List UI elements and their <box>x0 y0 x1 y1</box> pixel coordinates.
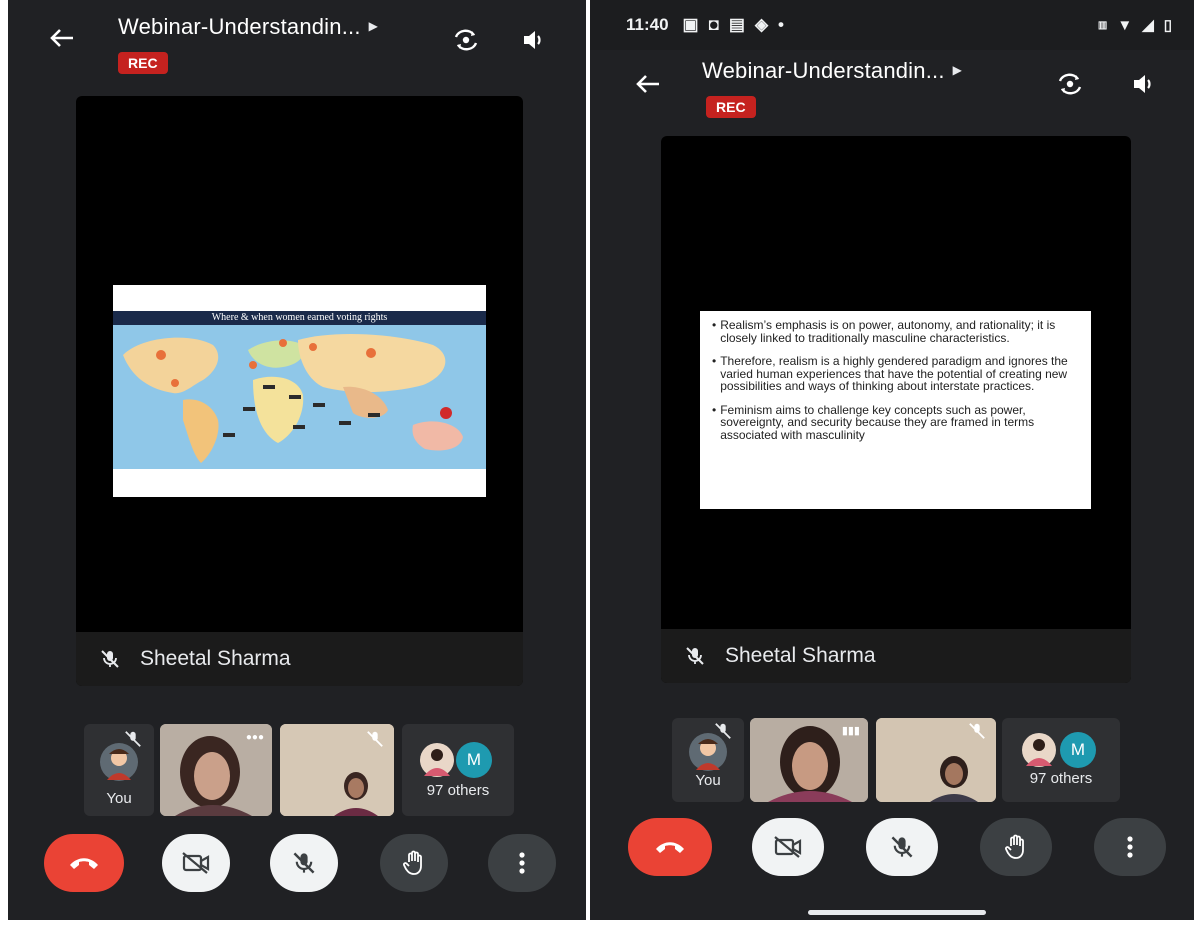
mic-off-icon <box>293 852 315 874</box>
dot-icon: • <box>778 15 784 34</box>
camera-off-icon <box>774 836 802 858</box>
meeting-title: Webinar-Understandin... <box>702 58 945 83</box>
participant-tile-you[interactable]: You <box>672 718 744 802</box>
mic-off-icon <box>686 647 704 665</box>
speaker-name: Sheetal Sharma <box>140 647 291 670</box>
participant-video-2[interactable] <box>280 724 394 816</box>
speaker-name-bar: Sheetal Sharma <box>661 629 1131 683</box>
back-arrow-icon <box>50 29 73 47</box>
back-button[interactable] <box>628 64 668 104</box>
world-map-graphic <box>123 333 463 463</box>
switch-camera-button[interactable] <box>448 22 484 58</box>
meeting-title-button[interactable]: Webinar-Understandin... ▶ <box>118 14 378 40</box>
image-icon: ▣ <box>682 15 699 34</box>
app-icon: ◈ <box>754 15 769 34</box>
slide-title: Where & when women earned voting rights <box>113 311 486 325</box>
main-speaker-tile[interactable]: • Realism’s emphasis is on power, autonom… <box>661 136 1131 683</box>
left-phone-screen: Webinar-Understandin... ▶ REC Where & whe… <box>8 0 586 920</box>
switch-camera-icon <box>1058 73 1082 95</box>
camera-icon: ◘ <box>708 15 719 34</box>
home-indicator[interactable] <box>808 910 986 915</box>
status-bar: 11:40 ▣ ◘ ▤ ◈ • ▥ ▼ ◢ ▯ <box>590 0 1194 50</box>
signal-icon: ◢ <box>1142 17 1154 34</box>
meeting-header: Webinar-Understandin... ▶ REC <box>702 58 962 118</box>
news-icon: ▤ <box>728 15 745 34</box>
avatar <box>100 743 138 781</box>
raise-hand-icon <box>403 850 422 875</box>
others-count-label: 97 others <box>1029 770 1093 787</box>
mic-off-icon <box>367 731 383 747</box>
back-arrow-icon <box>636 75 659 93</box>
world-map <box>113 325 486 469</box>
speaker-name-bar: Sheetal Sharma <box>76 632 523 686</box>
battery-icon: ▯ <box>1163 17 1172 34</box>
raise-hand-button[interactable] <box>980 818 1052 876</box>
slide-bullet: • Therefore, realism is a highly gendered… <box>712 354 1068 393</box>
meeting-title-button[interactable]: Webinar-Understandin... ▶ <box>702 58 962 84</box>
meeting-title: Webinar-Understandin... <box>118 14 361 39</box>
you-label: You <box>106 790 132 807</box>
participant-tile-you[interactable]: You <box>84 724 154 816</box>
status-time: 11:40 <box>626 15 669 34</box>
rec-badge: REC <box>706 96 756 118</box>
participant-video-1[interactable]: ●●● <box>160 724 272 816</box>
speaker-button[interactable] <box>516 22 552 58</box>
more-options-button[interactable] <box>488 834 556 892</box>
you-label: You <box>695 772 721 789</box>
camera-off-icon <box>182 852 210 874</box>
mic-off-icon <box>891 836 913 858</box>
speaking-indicator-icon: ●●● <box>245 732 264 743</box>
slide-bullet: • Feminism aims to challenge key concepts… <box>712 402 1035 442</box>
avatar <box>420 743 454 777</box>
presentation-slide: • Realism’s emphasis is on power, autonom… <box>700 311 1091 509</box>
main-speaker-tile[interactable]: Where & when women earned voting rights <box>76 96 523 686</box>
speaker-icon <box>524 31 541 49</box>
mic-off-icon <box>969 723 985 739</box>
speaker-icon <box>1134 75 1151 93</box>
play-caret-icon: ▶ <box>368 19 378 33</box>
camera-toggle-button[interactable] <box>162 834 230 892</box>
slide-bullets: • Realism’s emphasis is on power, autonom… <box>712 319 1079 452</box>
camera-toggle-button[interactable] <box>752 818 824 876</box>
meeting-header: Webinar-Understandin... ▶ REC <box>118 14 378 74</box>
participant-tile-others[interactable]: M 97 others <box>1002 718 1120 802</box>
speaker-name: Sheetal Sharma <box>725 644 876 667</box>
notification-icons: ▣ ◘ ▤ ◈ • <box>683 15 784 35</box>
play-caret-icon: ▶ <box>952 63 962 77</box>
end-call-icon <box>656 842 684 853</box>
more-vert-icon <box>519 852 525 874</box>
volte-icon: ▥ <box>1097 19 1108 31</box>
raise-hand-icon <box>1005 834 1024 859</box>
participant-tile-others[interactable]: M 97 others <box>402 724 514 816</box>
more-options-button[interactable] <box>1094 818 1166 876</box>
right-phone-screen: 11:40 ▣ ◘ ▤ ◈ • ▥ ▼ ◢ ▯ Webinar-Understa… <box>590 0 1194 920</box>
rec-badge: REC <box>118 52 168 74</box>
more-vert-icon <box>1127 836 1133 858</box>
back-button[interactable] <box>42 18 82 58</box>
avatar-initial: M <box>456 742 492 778</box>
end-call-icon <box>70 858 98 869</box>
speaking-indicator-icon: ▮▮▮ <box>841 725 860 737</box>
system-icons: ▥ ▼ ◢ ▯ <box>1097 16 1172 35</box>
avatar <box>689 733 727 771</box>
presentation-slide: Where & when women earned voting rights <box>113 285 486 497</box>
mic-off-icon <box>101 650 119 668</box>
raise-hand-button[interactable] <box>380 834 448 892</box>
speaker-button[interactable] <box>1126 66 1162 102</box>
participant-video-2[interactable] <box>876 718 996 802</box>
mic-toggle-button[interactable] <box>270 834 338 892</box>
mic-toggle-button[interactable] <box>866 818 938 876</box>
avatar <box>1022 733 1056 767</box>
switch-camera-icon <box>454 29 478 51</box>
end-call-button[interactable] <box>628 818 712 876</box>
others-count-label: 97 others <box>426 782 490 799</box>
participant-video-1[interactable]: ▮▮▮ <box>750 718 868 802</box>
end-call-button[interactable] <box>44 834 124 892</box>
avatar-initial: M <box>1060 732 1096 768</box>
slide-bullet: • Realism’s emphasis is on power, autonom… <box>712 318 1056 345</box>
wifi-icon: ▼ <box>1117 16 1133 34</box>
switch-camera-button[interactable] <box>1052 66 1088 102</box>
